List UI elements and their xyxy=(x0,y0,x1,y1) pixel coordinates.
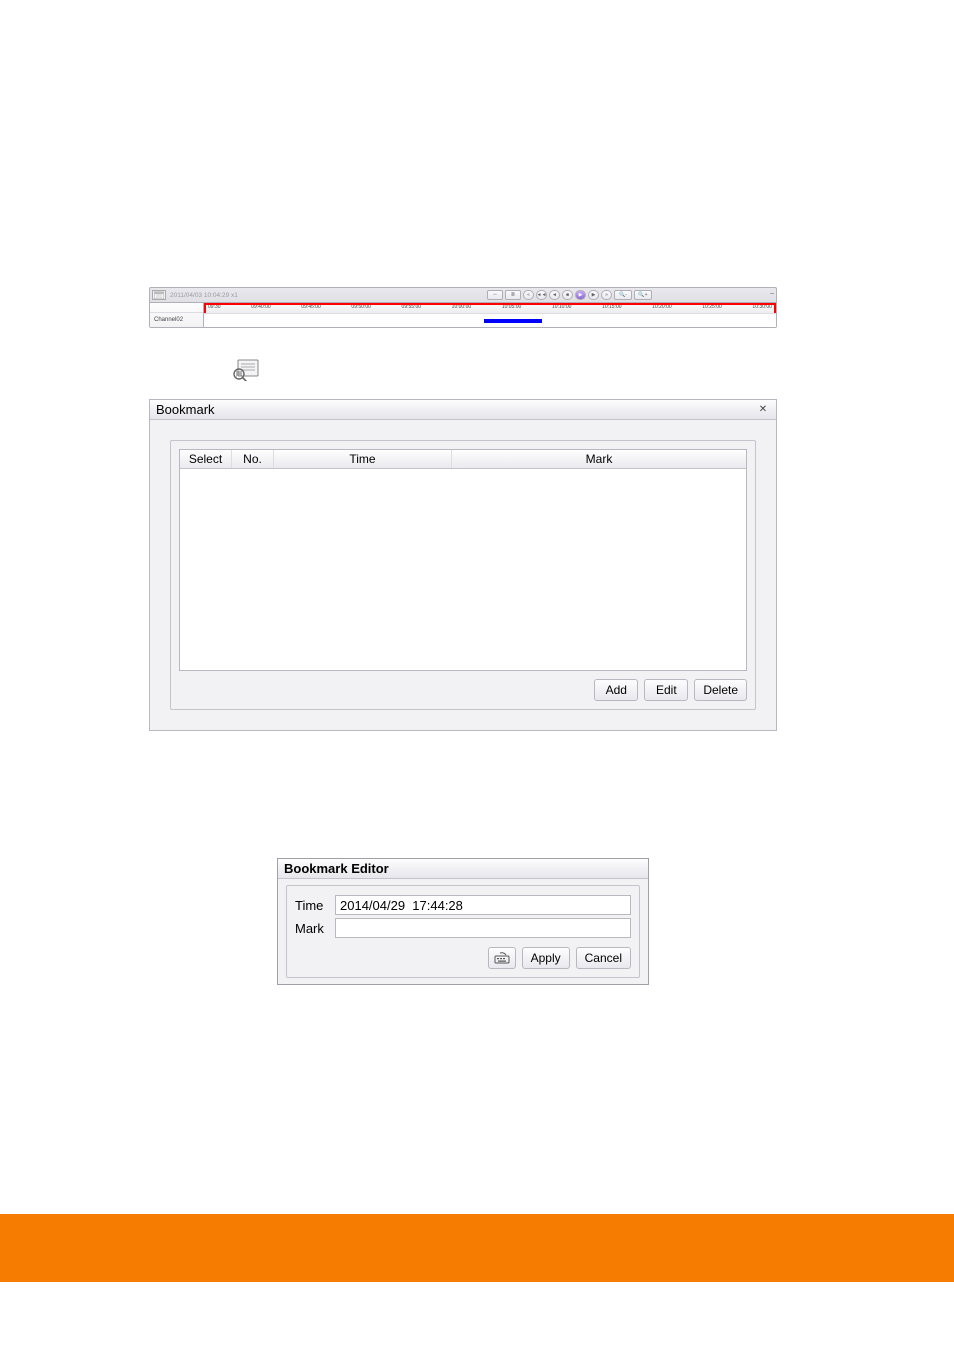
col-no[interactable]: No. xyxy=(232,450,274,468)
time-field[interactable] xyxy=(335,895,631,915)
apply-button[interactable]: Apply xyxy=(522,947,570,969)
bookmark-dialog-title-bar: Bookmark ✕ xyxy=(150,400,776,420)
zoom-out-icon[interactable]: 🔍- xyxy=(614,290,632,300)
channel-column: Channel02 xyxy=(150,303,204,327)
speed-display[interactable]: ▫▫ xyxy=(487,290,503,300)
keyboard-icon[interactable] xyxy=(488,947,516,969)
recorded-segment xyxy=(484,319,542,323)
step-fwd-icon[interactable]: ▶ xyxy=(588,290,599,300)
bookmark-dialog-title: Bookmark xyxy=(156,402,215,417)
delete-button[interactable]: Delete xyxy=(694,679,747,701)
close-icon[interactable]: ✕ xyxy=(756,403,770,417)
zoom-in-icon[interactable]: 🔍+ xyxy=(634,290,652,300)
minimize-icon[interactable]: – xyxy=(770,290,774,297)
bookmark-table[interactable]: Select No. Time Mark xyxy=(179,449,747,671)
col-time[interactable]: Time xyxy=(274,450,452,468)
mark-field[interactable] xyxy=(335,918,631,938)
mark-label: Mark xyxy=(295,921,335,936)
timeline-toolbar: 2011/04/03 10:04:29 x1 ▫▫ ≣ « ◄◄ ◄ ■ ▶ ▶… xyxy=(150,288,776,302)
skip-back-icon[interactable]: « xyxy=(523,290,534,300)
timeline-panel: 2011/04/03 10:04:29 x1 ▫▫ ≣ « ◄◄ ◄ ■ ▶ ▶… xyxy=(149,287,777,328)
footer-bar xyxy=(0,1214,954,1282)
time-label: Time xyxy=(295,898,335,913)
playback-timestamp: 2011/04/03 10:04:29 x1 xyxy=(170,292,238,299)
cancel-button[interactable]: Cancel xyxy=(576,947,631,969)
step-back-icon[interactable]: ◄ xyxy=(549,290,560,300)
skip-fwd-icon[interactable]: » xyxy=(601,290,612,300)
add-button[interactable]: Add xyxy=(594,679,638,701)
mode-toggle[interactable]: ≣ xyxy=(505,290,521,300)
calendar-icon[interactable] xyxy=(152,290,166,300)
bookmark-table-header: Select No. Time Mark xyxy=(180,450,746,469)
col-select[interactable]: Select xyxy=(180,450,232,468)
play-icon[interactable]: ▶ xyxy=(575,290,586,300)
col-mark[interactable]: Mark xyxy=(452,450,746,468)
bookmark-dialog: Bookmark ✕ Select No. Time Mark Add Edit… xyxy=(149,399,777,731)
rewind-icon[interactable]: ◄◄ xyxy=(536,290,547,300)
stop-icon[interactable]: ■ xyxy=(562,290,573,300)
bookmark-icon[interactable] xyxy=(230,359,260,381)
playback-controls: ▫▫ ≣ « ◄◄ ◄ ■ ▶ ▶ » 🔍- 🔍+ xyxy=(487,289,652,301)
bookmark-editor-dialog: Bookmark Editor Time Mark xyxy=(277,858,649,985)
channel-track-row[interactable] xyxy=(204,313,776,327)
timeline-track[interactable]: 09:30 09:40:00 09:45:00 09:50:00 09:55:0… xyxy=(204,303,776,327)
channel-label: Channel02 xyxy=(150,313,203,327)
bookmark-editor-title: Bookmark Editor xyxy=(278,859,648,879)
edit-button[interactable]: Edit xyxy=(644,679,688,701)
